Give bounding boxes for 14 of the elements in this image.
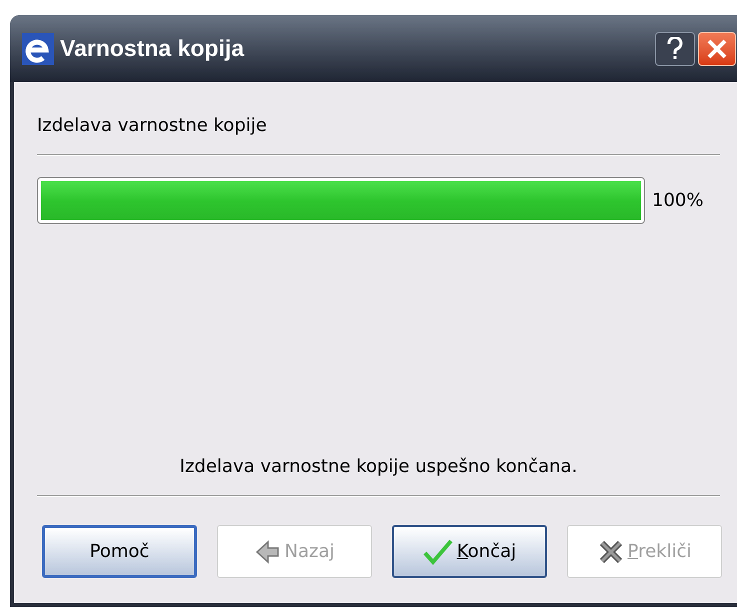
help-icon	[667, 36, 683, 60]
page-heading: Izdelava varnostne kopije	[37, 114, 268, 138]
wizard-button[interactable]: Končaj	[392, 525, 547, 578]
progress-percent: 100%	[652, 189, 704, 213]
help-button[interactable]	[655, 32, 695, 66]
close-button[interactable]	[698, 32, 736, 66]
app-logo-icon	[22, 32, 54, 64]
checkmark-icon	[422, 538, 453, 564]
wizard-button[interactable]: Pomoč	[42, 525, 197, 578]
window-title: Varnostna kopija	[60, 34, 244, 64]
left-arrow-icon	[254, 540, 280, 564]
x-icon	[598, 538, 624, 564]
status-message: Izdelava varnostne kopije uspešno končana.	[178, 455, 578, 479]
close-icon	[707, 38, 727, 58]
